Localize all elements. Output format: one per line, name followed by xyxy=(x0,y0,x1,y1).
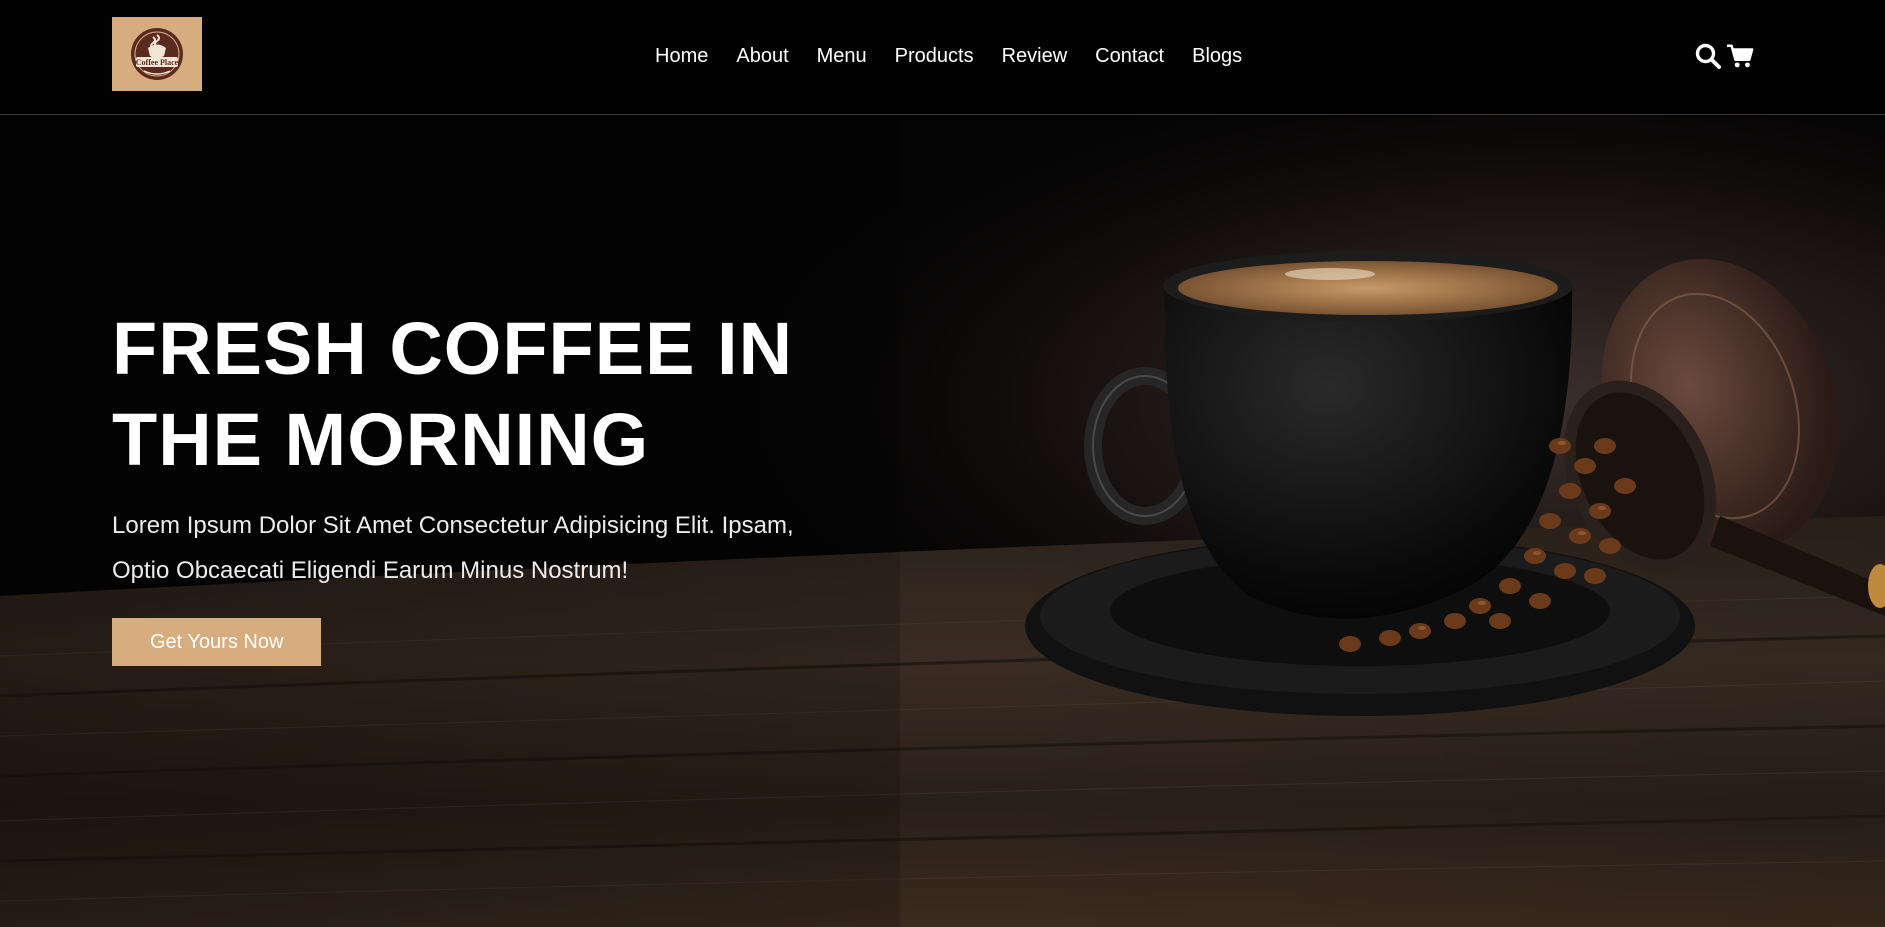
cart-button[interactable] xyxy=(1726,40,1754,72)
nav-products[interactable]: Products xyxy=(895,43,974,69)
header-icons xyxy=(1694,40,1754,72)
search-button[interactable] xyxy=(1694,40,1722,72)
nav-menu[interactable]: Menu xyxy=(817,43,867,69)
hero-content: FRESH COFFEE IN THE MORNING Lorem Ipsum … xyxy=(112,303,892,666)
hero-section: FRESH COFFEE IN THE MORNING Lorem Ipsum … xyxy=(0,116,1885,927)
site-header: Coffee Place Home About Menu Products Re… xyxy=(0,0,1885,115)
get-yours-now-button[interactable]: Get Yours Now xyxy=(112,618,322,666)
nav-blogs[interactable]: Blogs xyxy=(1192,43,1242,69)
page: Coffee Place Home About Menu Products Re… xyxy=(0,0,1885,927)
nav-home[interactable]: Home xyxy=(655,43,708,69)
nav-contact[interactable]: Contact xyxy=(1095,43,1164,69)
main-nav: Home About Menu Products Review Contact … xyxy=(655,43,1242,69)
hero-title: FRESH COFFEE IN THE MORNING xyxy=(112,307,794,481)
nav-review[interactable]: Review xyxy=(1002,43,1068,69)
logo[interactable]: Coffee Place xyxy=(112,17,202,91)
logo-text: Coffee Place xyxy=(136,58,179,67)
coffee-place-logo-icon: Coffee Place xyxy=(131,28,183,80)
cart-icon xyxy=(1726,44,1754,68)
hero-description: Lorem Ipsum Dolor Sit Amet Consectetur A… xyxy=(112,512,794,584)
search-icon xyxy=(1695,43,1721,69)
nav-about[interactable]: About xyxy=(736,43,788,69)
